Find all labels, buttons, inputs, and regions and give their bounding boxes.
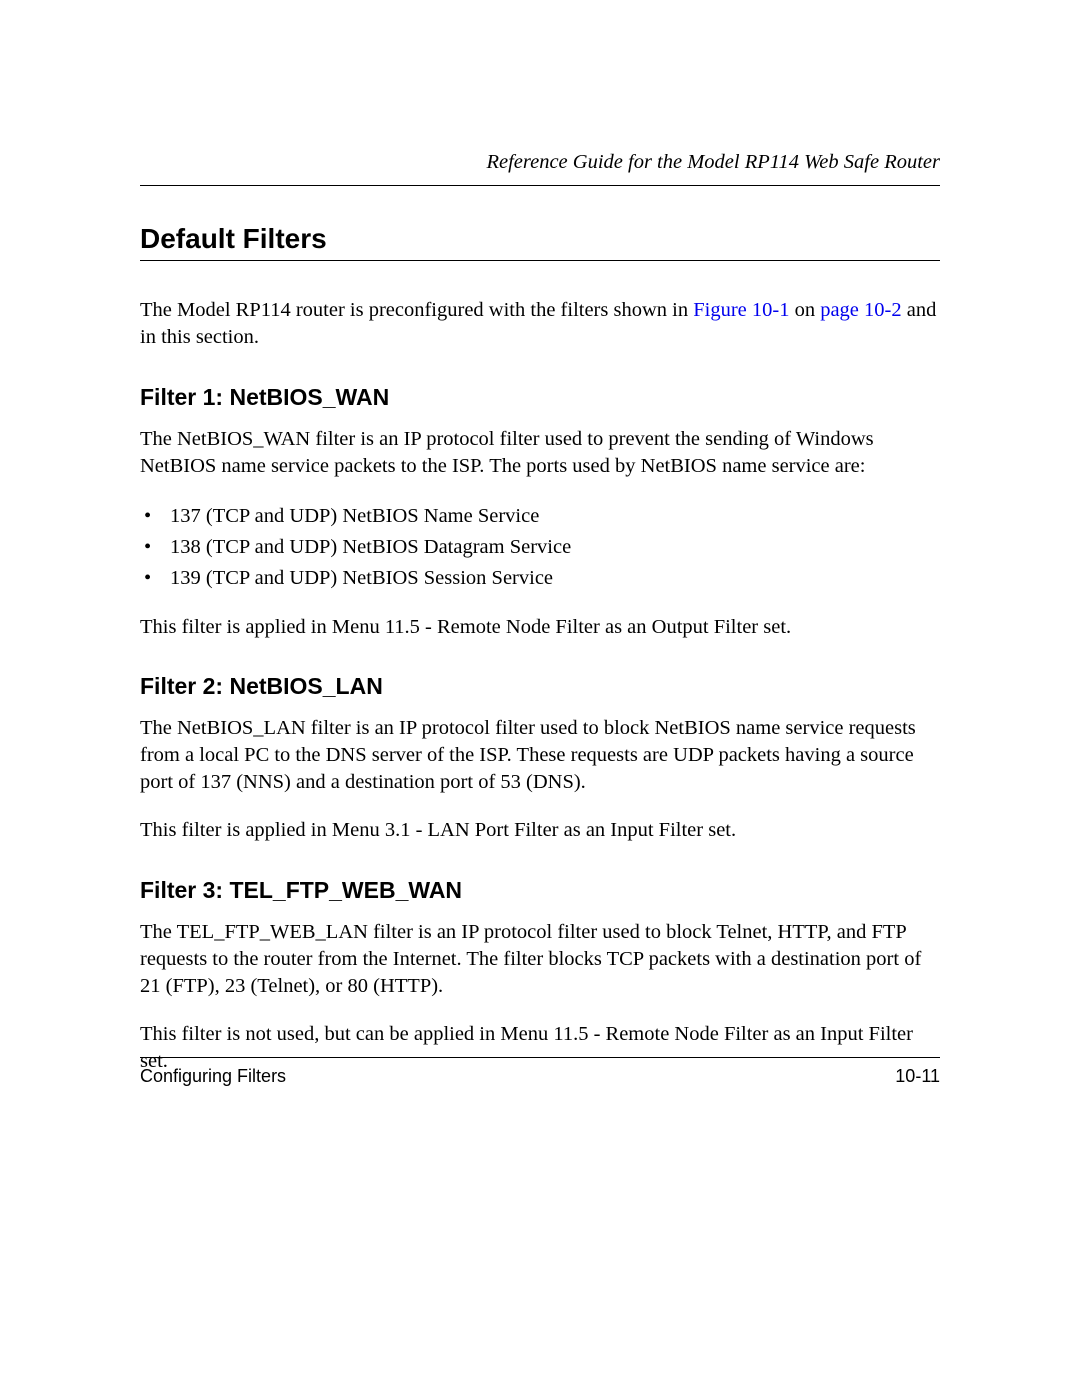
intro-text-pre: The Model RP114 router is preconfigured … (140, 299, 693, 321)
filter-3-heading: Filter 3: TEL_FTP_WEB_WAN (140, 878, 940, 903)
filter-1-paragraph-1: The NetBIOS_WAN filter is an IP protocol… (140, 426, 940, 479)
filter-1-port-list: 137 (TCP and UDP) NetBIOS Name Service 1… (140, 501, 940, 593)
intro-text-mid: on (789, 299, 820, 321)
list-item: 137 (TCP and UDP) NetBIOS Name Service (140, 501, 940, 532)
section-title: Default Filters (140, 224, 940, 262)
filter-1-paragraph-2: This filter is applied in Menu 11.5 - Re… (140, 614, 940, 641)
running-footer: Configuring Filters 10-11 (140, 1057, 940, 1087)
footer-chapter-name: Configuring Filters (140, 1066, 286, 1087)
figure-cross-reference-link[interactable]: Figure 10-1 (693, 299, 789, 321)
intro-paragraph: The Model RP114 router is preconfigured … (140, 297, 940, 350)
filter-2-paragraph-2: This filter is applied in Menu 3.1 - LAN… (140, 817, 940, 844)
filter-3-paragraph-1: The TEL_FTP_WEB_LAN filter is an IP prot… (140, 919, 940, 999)
footer-page-number: 10-11 (895, 1066, 940, 1087)
list-item: 138 (TCP and UDP) NetBIOS Datagram Servi… (140, 532, 940, 563)
filter-2-paragraph-1: The NetBIOS_LAN filter is an IP protocol… (140, 715, 940, 795)
document-page: Reference Guide for the Model RP114 Web … (0, 0, 1080, 1397)
list-item: 139 (TCP and UDP) NetBIOS Session Servic… (140, 563, 940, 594)
running-header: Reference Guide for the Model RP114 Web … (140, 150, 940, 186)
filter-2-heading: Filter 2: NetBIOS_LAN (140, 674, 940, 699)
filter-1-heading: Filter 1: NetBIOS_WAN (140, 385, 940, 410)
page-cross-reference-link[interactable]: page 10-2 (820, 299, 901, 321)
